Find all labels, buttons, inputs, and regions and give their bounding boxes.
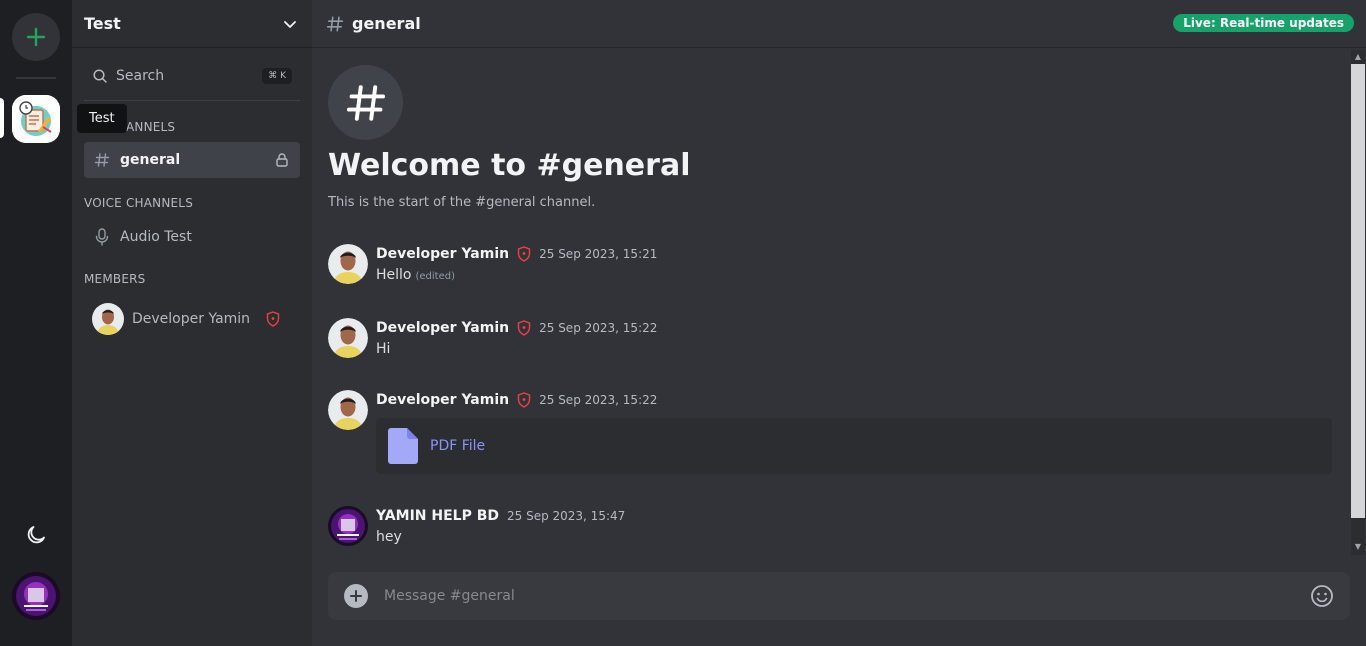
plus-icon xyxy=(350,590,362,602)
message-text: Hello xyxy=(376,267,412,283)
channel-name: Audio Test xyxy=(120,229,192,245)
attach-button[interactable] xyxy=(344,584,368,608)
scrollbar-thumb[interactable] xyxy=(1351,64,1365,518)
channel-title: general xyxy=(352,14,421,33)
chevron-down-icon[interactable] xyxy=(282,16,298,32)
shield-icon xyxy=(266,311,280,327)
search-icon xyxy=(93,69,107,83)
welcome-subtitle: This is the start of the #general channe… xyxy=(328,195,596,210)
hashtag-icon xyxy=(326,15,344,32)
active-server-indicator xyxy=(0,98,4,138)
channel-sidebar: Test Search ⌘ K ANNELS general VOICE CHA… xyxy=(72,0,312,646)
server-icon-test[interactable] xyxy=(12,95,60,143)
voice-channels-heading: VOICE CHANNELS xyxy=(84,196,194,210)
chat-area: general Live: Real-time updates Welcome … xyxy=(312,0,1366,646)
message-author[interactable]: YAMIN HELP BD xyxy=(376,508,499,524)
sidebar-divider xyxy=(84,100,300,101)
server-logo-icon xyxy=(12,95,60,143)
plus-icon xyxy=(26,27,46,47)
message-author[interactable]: Developer Yamin xyxy=(376,392,509,408)
message-content: Hello (edited) xyxy=(376,267,455,283)
message-avatar[interactable] xyxy=(328,506,368,546)
search-button[interactable]: Search ⌘ K xyxy=(84,60,300,92)
add-server-button[interactable] xyxy=(12,13,60,61)
welcome-channel-icon xyxy=(328,65,403,140)
file-attachment[interactable]: PDF File xyxy=(376,418,1332,474)
live-status-badge: Live: Real-time updates xyxy=(1173,14,1354,32)
message-input[interactable] xyxy=(384,588,1310,604)
file-icon xyxy=(388,428,418,464)
current-user-avatar[interactable] xyxy=(12,572,60,620)
message-author[interactable]: Developer Yamin xyxy=(376,320,509,336)
welcome-title: Welcome to #general xyxy=(328,148,691,183)
hashtag-icon xyxy=(94,153,110,167)
moon-icon[interactable] xyxy=(24,523,48,547)
message-text: hey xyxy=(376,529,402,545)
edited-label: (edited) xyxy=(415,271,456,282)
microphone-icon xyxy=(95,228,109,246)
member-name: Developer Yamin xyxy=(132,311,251,327)
message-composer xyxy=(328,572,1350,620)
shield-icon xyxy=(517,246,531,262)
message-timestamp: 25 Sep 2023, 15:22 xyxy=(539,321,658,335)
channel-audio-test[interactable]: Audio Test xyxy=(84,219,300,255)
message-avatar[interactable] xyxy=(328,318,368,358)
scroll-up-icon[interactable]: ▲ xyxy=(1354,53,1362,61)
channel-name: general xyxy=(120,152,181,168)
rail-divider xyxy=(16,77,56,79)
server-tooltip: Test xyxy=(77,104,127,133)
attachment-link[interactable]: PDF File xyxy=(430,438,485,454)
server-name: Test xyxy=(84,14,121,33)
message-timestamp: 25 Sep 2023, 15:22 xyxy=(539,393,658,407)
message-header: Developer Yamin 25 Sep 2023, 15:21 xyxy=(376,246,657,262)
message-header: Developer Yamin 25 Sep 2023, 15:22 xyxy=(376,320,657,336)
message-header: Developer Yamin 25 Sep 2023, 15:22 xyxy=(376,392,657,408)
message-timestamp: 25 Sep 2023, 15:47 xyxy=(507,509,626,523)
message-avatar[interactable] xyxy=(328,244,368,284)
message-avatar[interactable] xyxy=(328,390,368,430)
text-channels-heading: ANNELS xyxy=(126,120,176,134)
members-heading: MEMBERS xyxy=(84,272,146,286)
message-author[interactable]: Developer Yamin xyxy=(376,246,509,262)
server-header[interactable]: Test xyxy=(72,0,312,48)
search-shortcut: ⌘ K xyxy=(262,68,292,84)
server-rail xyxy=(0,0,72,646)
scroll-down-icon[interactable]: ▼ xyxy=(1354,543,1362,551)
emoji-icon[interactable] xyxy=(1310,584,1334,608)
channel-general[interactable]: general xyxy=(84,142,300,178)
message-header: YAMIN HELP BD 25 Sep 2023, 15:47 xyxy=(376,508,625,524)
member-developer-yamin[interactable]: Developer Yamin xyxy=(92,302,292,336)
shield-icon xyxy=(517,320,531,336)
lock-icon xyxy=(276,153,288,167)
hashtag-icon xyxy=(346,84,385,121)
shield-icon xyxy=(517,392,531,408)
message-text: Hi xyxy=(376,341,391,357)
message-timestamp: 25 Sep 2023, 15:21 xyxy=(539,247,658,261)
search-label: Search xyxy=(116,68,165,84)
user-avatar-image xyxy=(12,572,60,620)
member-avatar xyxy=(92,303,124,335)
